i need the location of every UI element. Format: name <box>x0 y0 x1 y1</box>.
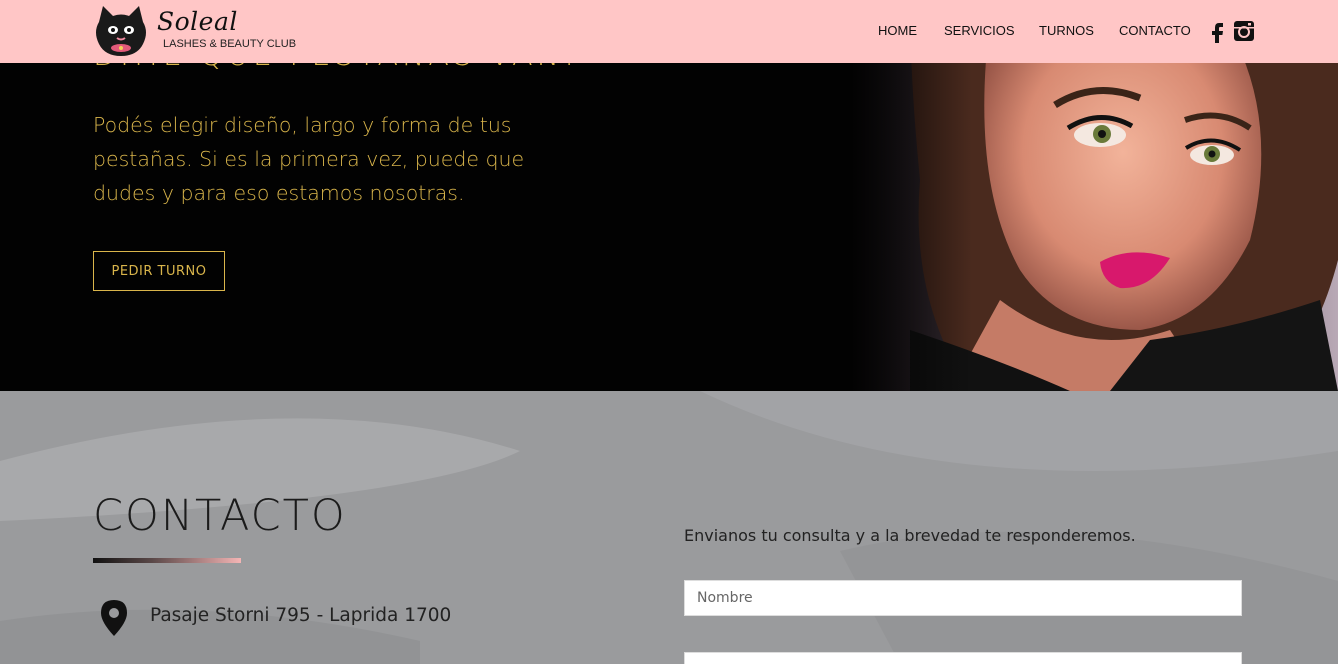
contact-section: CONTACTO Pasaje Storni 795 - Laprida 170… <box>0 391 1338 664</box>
nav-contacto[interactable]: CONTACTO <box>1119 23 1191 41</box>
brand-tagline: LASHES & BEAUTY CLUB <box>163 38 297 50</box>
contact-address: Pasaje Storni 795 - Laprida 1700 <box>150 605 452 626</box>
email-input[interactable] <box>684 652 1242 664</box>
nav-home[interactable]: HOME <box>878 23 917 41</box>
brand-name: Soleal <box>157 7 238 36</box>
lucky-cat-icon <box>96 6 146 56</box>
instagram-icon[interactable] <box>1232 19 1256 43</box>
nav-servicios[interactable]: SERVICIOS <box>944 23 1015 41</box>
location-pin-icon <box>101 600 127 636</box>
brand-logo[interactable]: Soleal LASHES & BEAUTY CLUB <box>93 4 297 58</box>
title-underline <box>93 558 241 563</box>
site-header: Soleal LASHES & BEAUTY CLUB HOME SERVICI… <box>0 0 1338 63</box>
name-input[interactable] <box>684 580 1242 616</box>
facebook-icon[interactable] <box>1205 19 1229 43</box>
pedir-turno-button[interactable]: PEDIR TURNO <box>93 251 225 291</box>
hero-text: Podés elegir diseño, largo y forma de tu… <box>93 113 525 205</box>
nav-turnos[interactable]: TURNOS <box>1039 23 1094 41</box>
form-intro-text: Envianos tu consulta y a la brevedad te … <box>684 526 1136 545</box>
contact-title: CONTACTO <box>93 491 347 541</box>
